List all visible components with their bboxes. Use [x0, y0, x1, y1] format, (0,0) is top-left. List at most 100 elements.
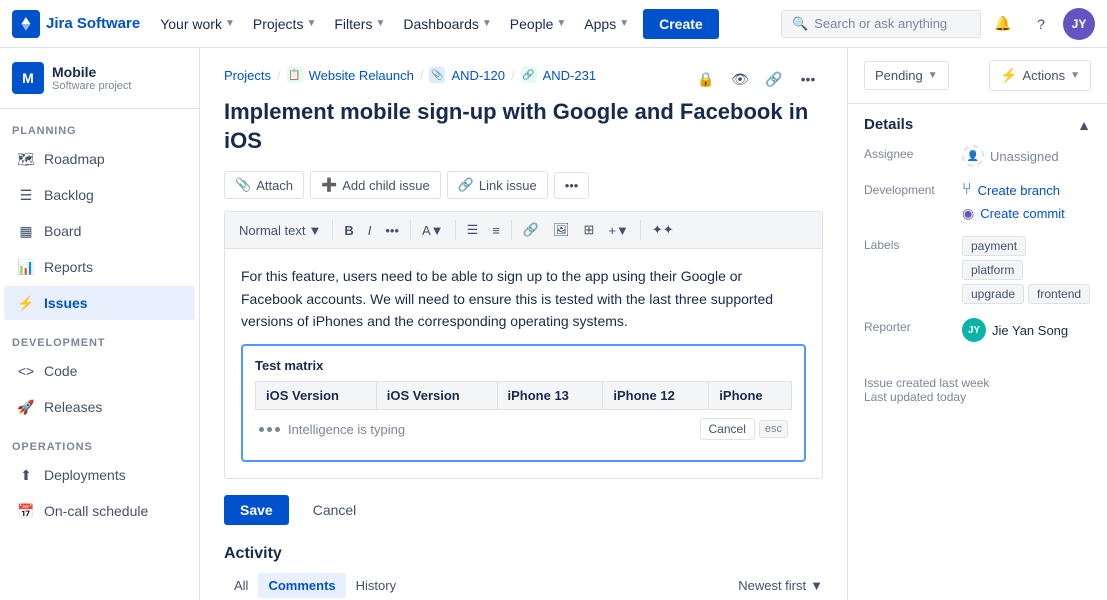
deployments-icon: ⬆	[16, 465, 36, 485]
branch-icon: ⑂	[962, 181, 972, 199]
add-child-button[interactable]: ➕ Add child issue	[310, 171, 441, 199]
chevron-down-icon: ▼	[1070, 70, 1080, 81]
sidebar-item-releases[interactable]: 🚀 Releases	[4, 390, 195, 424]
test-matrix: Test matrix iOS Version iOS Version iPho…	[241, 344, 806, 462]
roadmap-icon: 🗺	[16, 149, 36, 169]
activity-tab-group: All Comments History	[224, 573, 406, 598]
editor-body[interactable]: For this feature, users need to be able …	[225, 249, 822, 478]
development-links: ⑂ Create branch ◉ Create commit	[962, 181, 1065, 222]
status-button[interactable]: Pending ▼	[864, 61, 949, 90]
projects-menu[interactable]: Projects ▼	[245, 10, 324, 38]
intelligence-text: Intelligence is typing	[288, 422, 405, 437]
notifications-button[interactable]: 🔔	[987, 8, 1019, 40]
code-icon: <>	[16, 361, 36, 381]
sidebar-item-code[interactable]: <> Code	[4, 354, 195, 388]
operations-section-label: OPERATIONS	[0, 425, 199, 457]
activity-section: Activity All Comments History Newest fir…	[224, 545, 823, 600]
watch-button[interactable]: 👁	[725, 64, 755, 94]
attach-icon: 📎	[235, 177, 251, 193]
last-updated-text: Last updated today	[864, 390, 1091, 404]
tab-comments[interactable]: Comments	[258, 573, 345, 598]
project-name: Mobile	[52, 64, 131, 80]
details-title: Details	[864, 116, 913, 133]
filters-menu[interactable]: Filters ▼	[326, 10, 393, 38]
app-logo[interactable]: Jira Software	[12, 10, 140, 38]
esc-badge: esc	[759, 420, 788, 438]
image-button[interactable]: 🖼	[547, 218, 576, 242]
assignee-row: Assignee 👤 Unassigned	[864, 145, 1091, 167]
app-name: Jira Software	[46, 15, 140, 32]
share-button[interactable]: 🔗	[759, 64, 789, 94]
collapse-icon[interactable]: ▲	[1077, 117, 1091, 133]
bullet-list-button[interactable]: ☰	[461, 218, 485, 242]
ellipsis-icon: •••	[565, 178, 579, 193]
toolbar-divider	[332, 220, 333, 240]
tab-all[interactable]: All	[224, 573, 258, 598]
activity-sort-button[interactable]: Newest first ▼	[738, 578, 823, 593]
apps-menu[interactable]: Apps ▼	[576, 10, 637, 38]
tab-history[interactable]: History	[346, 573, 406, 598]
more-toolbar-button[interactable]: •••	[554, 172, 590, 199]
create-branch-row: ⑂ Create branch	[962, 181, 1065, 199]
sidebar-item-issues[interactable]: ⚡ Issues	[4, 286, 195, 320]
people-menu[interactable]: People ▼	[502, 10, 575, 38]
and120-icon: 📎	[429, 67, 445, 83]
label-payment: payment	[962, 236, 1026, 256]
issue-top-row: Projects / 📋 Website Relaunch / 📎 AND-12…	[224, 64, 823, 94]
sidebar-item-roadmap[interactable]: 🗺 Roadmap	[4, 142, 195, 176]
breadcrumb-and120-link[interactable]: AND-120	[451, 68, 504, 83]
cancel-button[interactable]: Cancel	[297, 495, 373, 525]
dashboards-menu[interactable]: Dashboards ▼	[395, 10, 499, 38]
user-avatar[interactable]: JY	[1063, 8, 1095, 40]
actions-button[interactable]: ⚡ Actions ▼	[989, 60, 1091, 91]
text-color-button[interactable]: A▼	[416, 219, 450, 242]
save-button[interactable]: Save	[224, 495, 289, 525]
link-issue-button[interactable]: 🔗 Link issue	[447, 171, 548, 199]
create-commit-link[interactable]: Create commit	[980, 206, 1065, 221]
table-button[interactable]: ⊞	[578, 218, 601, 242]
help-icon: ?	[1037, 16, 1045, 32]
help-button[interactable]: ?	[1025, 8, 1057, 40]
sidebar-item-deployments[interactable]: ⬆ Deployments	[4, 458, 195, 492]
activity-title: Activity	[224, 545, 823, 563]
col-header-3: iPhone 13	[497, 382, 603, 410]
sidebar-project-header: M Mobile Software project	[0, 48, 199, 109]
label-platform: platform	[962, 260, 1023, 280]
attach-button[interactable]: 📎 Attach	[224, 171, 304, 199]
create-branch-link[interactable]: Create branch	[978, 183, 1060, 198]
breadcrumb-projects-link[interactable]: Projects	[224, 68, 271, 83]
backlog-icon: ☰	[16, 185, 36, 205]
bell-icon: 🔔	[994, 15, 1011, 32]
toolbar-divider4	[511, 220, 512, 240]
sort-down-icon: ▼	[810, 578, 823, 593]
editor-toolbar: Normal text ▼ B I ••• A▼ ☰ ≡ 🔗 🖼 ⊞	[225, 212, 822, 249]
italic-button[interactable]: I	[362, 219, 378, 242]
bold-button[interactable]: B	[338, 219, 359, 242]
sidebar-item-board[interactable]: ▦ Board	[4, 214, 195, 248]
toolbar-divider5	[640, 220, 641, 240]
oncall-icon: 📅	[16, 501, 36, 521]
chevron-down-icon: ▼	[308, 223, 321, 238]
main-nav: Your work ▼ Projects ▼ Filters ▼ Dashboa…	[152, 9, 777, 39]
more-format-button[interactable]: •••	[379, 219, 405, 242]
link-button[interactable]: 🔗	[517, 218, 545, 242]
insert-button[interactable]: +▼	[602, 219, 634, 242]
sidebar-item-backlog[interactable]: ☰ Backlog	[4, 178, 195, 212]
create-button[interactable]: Create	[643, 9, 719, 39]
breadcrumb-and231-link[interactable]: AND-231	[543, 68, 596, 83]
sidebar-item-reports[interactable]: 📊 Reports	[4, 250, 195, 284]
ai-button[interactable]: ✦✦	[646, 218, 680, 242]
intelligence-cancel-button[interactable]: Cancel	[700, 418, 755, 440]
text-style-selector[interactable]: Normal text ▼	[233, 219, 327, 242]
sidebar-item-oncall[interactable]: 📅 On-call schedule	[4, 494, 195, 528]
breadcrumb-website-link[interactable]: Website Relaunch	[309, 68, 414, 83]
create-commit-row: ◉ Create commit	[962, 205, 1065, 222]
breadcrumb: Projects / 📋 Website Relaunch / 📎 AND-12…	[224, 67, 596, 83]
releases-icon: 🚀	[16, 397, 36, 417]
your-work-menu[interactable]: Your work ▼	[152, 10, 243, 38]
main-content: Projects / 📋 Website Relaunch / 📎 AND-12…	[200, 48, 847, 600]
lock-button[interactable]: 🔒	[691, 64, 721, 94]
ordered-list-button[interactable]: ≡	[486, 219, 506, 242]
more-options-button[interactable]: •••	[793, 64, 823, 94]
search-bar[interactable]: 🔍 Search or ask anything	[781, 10, 981, 38]
